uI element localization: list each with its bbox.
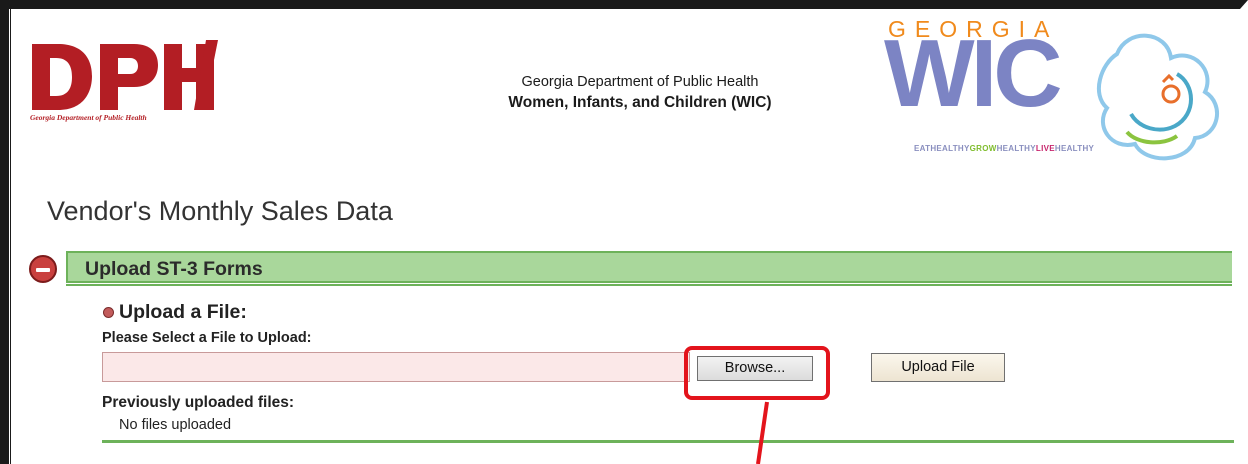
- upload-file-button[interactable]: Upload File: [871, 353, 1005, 382]
- tagline-grow: GROW: [969, 144, 997, 153]
- page-title: Vendor's Monthly Sales Data: [47, 196, 393, 226]
- header-line1: Georgia Department of Public Health: [521, 74, 759, 90]
- site-header: Georgia Department of Public Health Wome…: [430, 74, 850, 112]
- wic-main-text: WIC: [884, 20, 1063, 127]
- panel-header[interactable]: Upload ST-3 Forms: [66, 251, 1232, 283]
- previous-files-label: Previously uploaded files:: [102, 394, 295, 411]
- section-bottom-line: [102, 440, 1234, 443]
- tagline-healthy-2: HEALTHY: [996, 144, 1036, 153]
- highlight-box: [684, 346, 830, 400]
- tagline-live: LIVE: [1035, 144, 1055, 153]
- no-files-text: No files uploaded: [119, 417, 232, 433]
- minus-circle-icon[interactable]: [29, 255, 57, 283]
- frame-inner-line: [10, 9, 11, 464]
- select-file-label: Please Select a File to Upload:: [102, 330, 312, 346]
- panel-title: Upload ST-3 Forms: [85, 258, 263, 280]
- wic-tagline: EATHEALTHYGROWHEALTHYLIVEHEALTHY: [914, 144, 1094, 153]
- dph-caption: Georgia Department of Public Health: [30, 113, 147, 122]
- bullet-icon: [103, 307, 114, 318]
- header-line2: Women, Infants, and Children (WIC): [508, 94, 772, 111]
- tagline-healthy-3: HEALTHY: [1054, 144, 1095, 153]
- panel-underline: [66, 284, 1232, 286]
- upload-heading: Upload a File:: [119, 301, 247, 323]
- tagline-healthy-1: HEALTHY: [930, 144, 970, 153]
- file-path-input[interactable]: [102, 352, 690, 382]
- tagline-eat: EAT: [914, 144, 931, 153]
